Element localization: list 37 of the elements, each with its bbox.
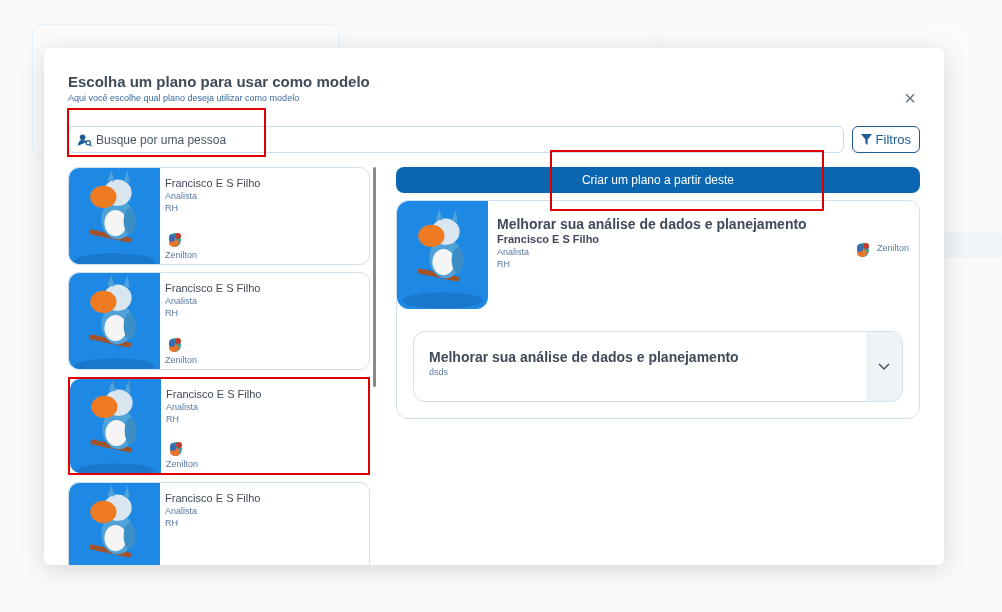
search-input[interactable]: Busque por uma pessoa [96,130,843,149]
owner-name: Zenilton [166,458,200,470]
owner-name: Zenilton [876,242,909,256]
person-name: Francisco E S Filho [165,491,261,505]
owner-name: Zenilton [165,249,199,261]
person-role: Analista [166,401,200,413]
person-department: RH [165,307,179,319]
person-role: Analista [165,295,199,307]
plan-card[interactable]: Francisco E S Filho Analista RH Zenilton [68,377,370,475]
filter-icon [860,134,872,145]
goal-title: Melhorar sua análise de dados e planejamento [429,348,740,366]
plan-title: Melhorar sua análise de dados e planejamento [497,215,808,233]
create-plan-button[interactable]: Criar um plano a partir deste [396,167,920,193]
person-name: Francisco E S Filho [165,281,261,295]
close-button[interactable]: × [904,88,916,108]
owner-name: Zenilton [165,354,199,366]
plan-card[interactable]: Francisco E S Filho Analista RH Zenilton [68,167,370,265]
goal-accordion[interactable]: Melhorar sua análise de dados e planejamento dsds [413,331,903,402]
modal-title: Escolha um plano para usar como modelo [68,72,370,92]
goal-description: dsds [429,366,449,378]
user-search-icon [77,132,92,147]
chevron-icon [878,362,890,371]
plan-card[interactable]: Francisco E S Filho Analista RH Zenilton [68,272,370,370]
person-name: Francisco E S Filho [165,176,261,190]
filter-button[interactable]: Filtros [851,126,920,153]
person-name: Francisco E S Filho [166,387,262,401]
person-department: RH [166,413,180,425]
person-role: Analista [165,190,199,202]
scrollbar-thumb[interactable] [373,167,376,387]
person-department: RH [165,517,179,529]
plan-card[interactable]: Francisco E S Filho Analista RH [68,482,370,565]
person-role: Analista [497,246,531,258]
person-department: RH [165,202,179,214]
person-name: Francisco E S Filho [497,233,601,246]
person-department: RH [497,258,511,270]
person-role: Analista [165,505,199,517]
modal-subtitle: Aqui você escolhe qual plano deseja utilizar como modelo [68,92,301,104]
